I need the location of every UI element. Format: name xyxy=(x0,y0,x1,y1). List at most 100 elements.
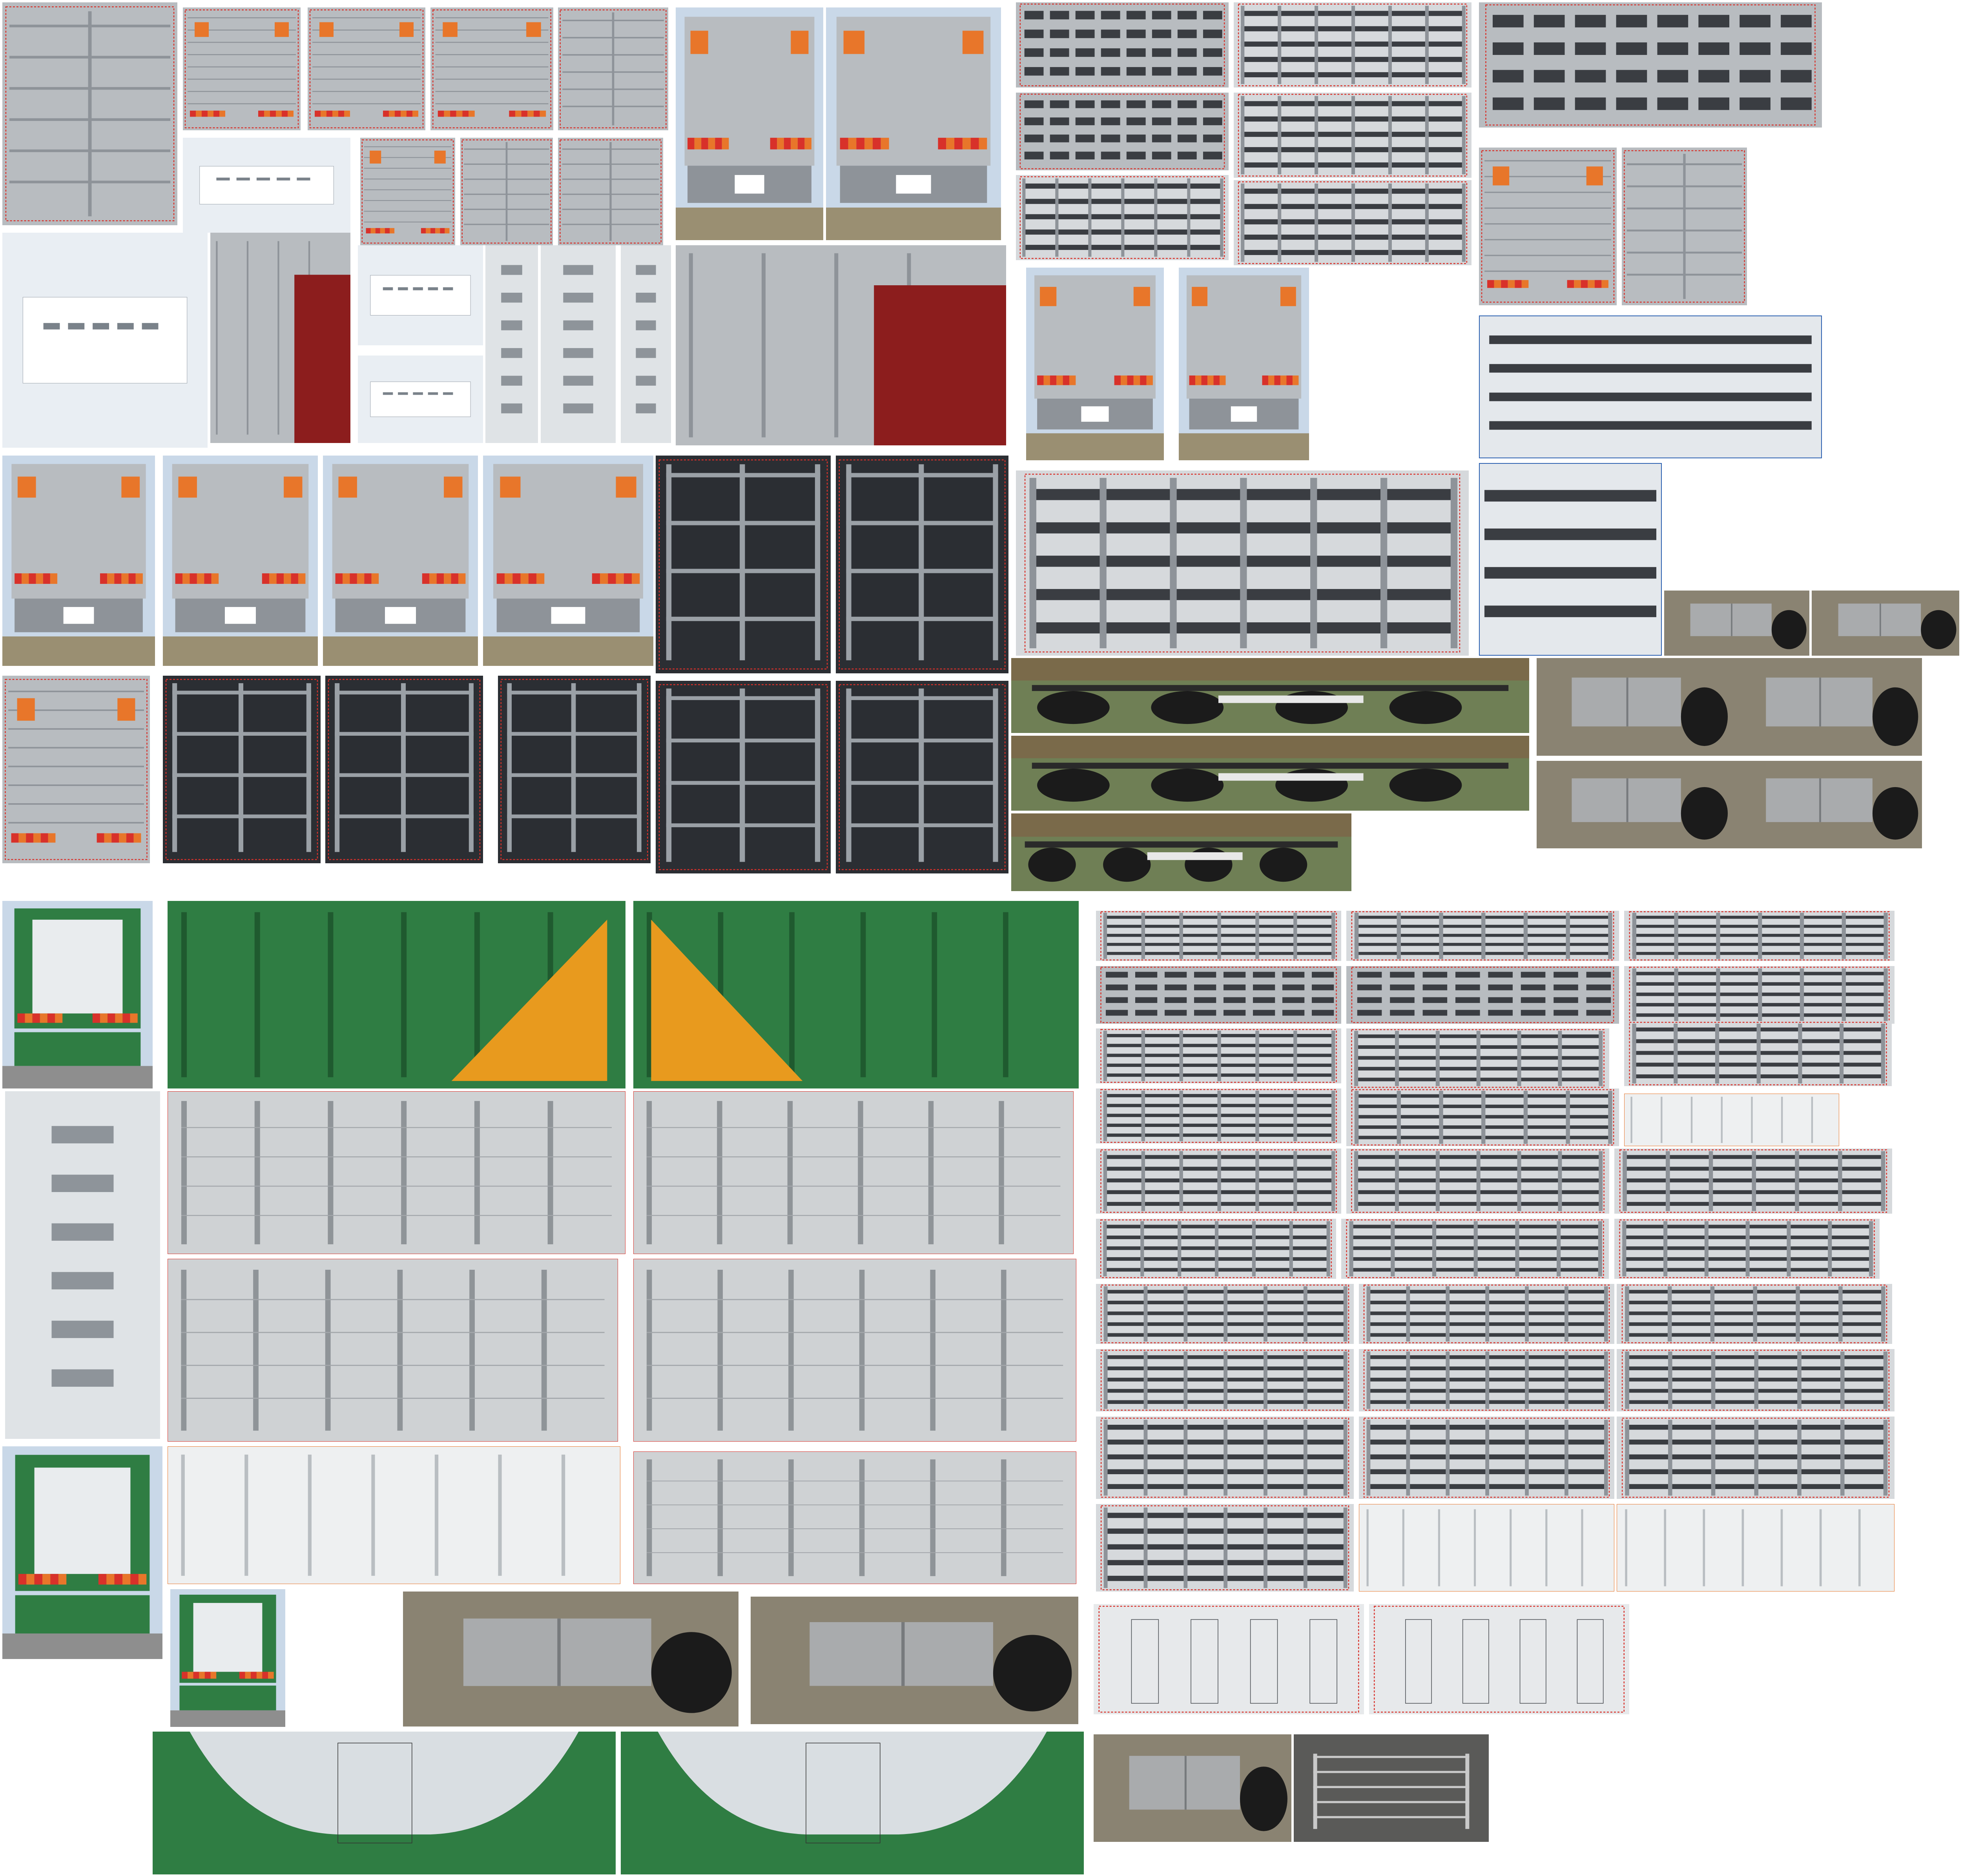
photo-tile-rear-bumper xyxy=(2,456,155,666)
photo-tile-side-slats xyxy=(1346,1149,1609,1214)
interior-photo xyxy=(656,456,831,673)
photo-tile-side-slats xyxy=(1359,1284,1614,1344)
photo-tile-rear-warning xyxy=(430,7,553,130)
photo-tile-side-slats xyxy=(1096,1088,1341,1143)
side-blue-photo xyxy=(1479,463,1662,656)
photo-tile-side-vents xyxy=(1346,966,1619,1024)
photo-tile-toolbox xyxy=(1812,591,1959,656)
side-vents-photo xyxy=(1096,966,1341,1024)
photo-tile-grey-panels xyxy=(633,1091,1074,1254)
photo-tile-green-rear xyxy=(170,1589,285,1727)
photo-tile-side-vents xyxy=(1016,2,1229,88)
photo-tile-grey-panels xyxy=(633,1451,1076,1584)
side-slats-photo xyxy=(1096,1349,1354,1411)
photo-tile-chassis xyxy=(1011,813,1351,891)
side-vents-photo xyxy=(1016,93,1229,170)
photo-tile-side-slats xyxy=(1096,1284,1354,1344)
rear-bumper-photo xyxy=(323,456,478,666)
photo-tile-interior xyxy=(325,676,483,863)
photo-tile-reefer xyxy=(2,233,208,448)
photo-tile-side-slats xyxy=(1016,175,1229,260)
side-slats-photo xyxy=(1096,1417,1354,1499)
green-scoop-photo xyxy=(153,1732,616,1874)
grey-panels-photo xyxy=(633,1451,1076,1584)
side-slats-photo xyxy=(1234,180,1472,265)
vent-strip-photo xyxy=(485,245,538,443)
grey-panels-photo xyxy=(168,1259,618,1442)
rear-bumper-photo xyxy=(483,456,653,666)
door-panels-photo xyxy=(1094,1604,1364,1714)
photo-tile-rear-bumper xyxy=(483,456,653,666)
toolbox-photo xyxy=(1732,761,1922,848)
photo-tile-toolbox xyxy=(403,1592,738,1727)
photo-tile-rear-warning xyxy=(1479,148,1617,305)
toolbox-photo xyxy=(751,1597,1078,1724)
rear-door-photo xyxy=(2,2,177,225)
reefer-photo xyxy=(183,138,350,233)
photo-tile-vent-strip xyxy=(5,1091,160,1439)
photo-tile-toolbox xyxy=(1732,761,1922,848)
rear-warning-photo xyxy=(1479,148,1617,305)
photo-tile-side-slats xyxy=(1234,93,1472,178)
rear-door-photo xyxy=(558,7,668,130)
photo-tile-side-vents xyxy=(1479,2,1822,128)
photo-tile-side-slats xyxy=(1096,1149,1341,1214)
photo-tile-toolbox xyxy=(751,1597,1078,1724)
toolbox-photo xyxy=(1732,658,1922,756)
white-panels-photo xyxy=(1617,1504,1895,1592)
photo-tile-side-slats xyxy=(1617,1417,1895,1499)
rear-bumper-photo xyxy=(1026,268,1164,460)
reefer-photo xyxy=(358,245,483,345)
toolbox-photo xyxy=(403,1592,738,1727)
green-orange-l-photo xyxy=(633,901,1079,1088)
rear-warning-photo xyxy=(308,7,425,130)
photo-tile-side-slats xyxy=(1096,1028,1341,1083)
photo-tile-toolbox xyxy=(1732,658,1922,756)
rear-bumper-photo xyxy=(676,7,823,240)
photo-tile-side-slats xyxy=(1624,911,1895,961)
photo-tile-side-vents xyxy=(1016,93,1229,170)
photo-tile-toolbox xyxy=(1664,591,1809,656)
photo-tile-rear-bumper xyxy=(826,7,1001,240)
side-slats-photo xyxy=(1346,1088,1619,1146)
photo-tile-side-slats xyxy=(1096,1504,1354,1592)
photo-tile-side-slats xyxy=(1359,1417,1614,1499)
vent-strip-photo xyxy=(541,245,616,443)
side-slats-photo xyxy=(1096,911,1341,961)
photo-tile-white-panels xyxy=(1359,1504,1614,1592)
photo-tile-toolbox xyxy=(1537,761,1732,848)
rear-bumper-photo xyxy=(1179,268,1309,460)
side-slats-photo xyxy=(1234,93,1472,178)
green-rear-photo xyxy=(2,901,153,1088)
photo-tile-green-scoop xyxy=(621,1732,1084,1874)
photo-tile-interior xyxy=(498,676,651,863)
photo-tile-gate xyxy=(1294,1734,1489,1842)
photo-tile-white-panels xyxy=(1624,1094,1839,1146)
side-slats-photo xyxy=(1617,1284,1892,1344)
side-slats-photo xyxy=(1617,1349,1895,1411)
photo-tile-reefer xyxy=(358,245,483,345)
photo-tile-side-slats xyxy=(1096,1417,1354,1499)
white-panels-photo xyxy=(1359,1504,1614,1592)
side-slats-photo xyxy=(1346,911,1619,961)
side-vents-photo xyxy=(1479,2,1822,128)
side-slats-photo xyxy=(1614,1149,1892,1214)
interior-photo xyxy=(836,681,1008,873)
rear-door-photo xyxy=(1622,148,1747,305)
photo-tile-toolbox xyxy=(1094,1734,1291,1842)
photo-tile-side-slats xyxy=(1617,1349,1895,1411)
photo-tile-vent-strip xyxy=(621,245,671,443)
side-vents-photo xyxy=(1346,966,1619,1024)
photo-tile-side-slats xyxy=(1624,966,1895,1024)
grey-panels-photo xyxy=(633,1091,1074,1254)
side-blue-photo xyxy=(1479,315,1822,458)
photo-tile-side-slats xyxy=(1096,1219,1336,1279)
grey-panels-photo xyxy=(633,1259,1076,1442)
side-slats-photo xyxy=(1359,1417,1614,1499)
photo-tile-reefer xyxy=(358,356,483,443)
photo-tile-interior xyxy=(656,681,831,873)
photo-tile-grey-panels xyxy=(633,1259,1076,1442)
photo-tile-cab-side xyxy=(676,245,1006,445)
rear-warning-photo xyxy=(430,7,553,130)
photo-tile-green-orange xyxy=(168,901,625,1088)
